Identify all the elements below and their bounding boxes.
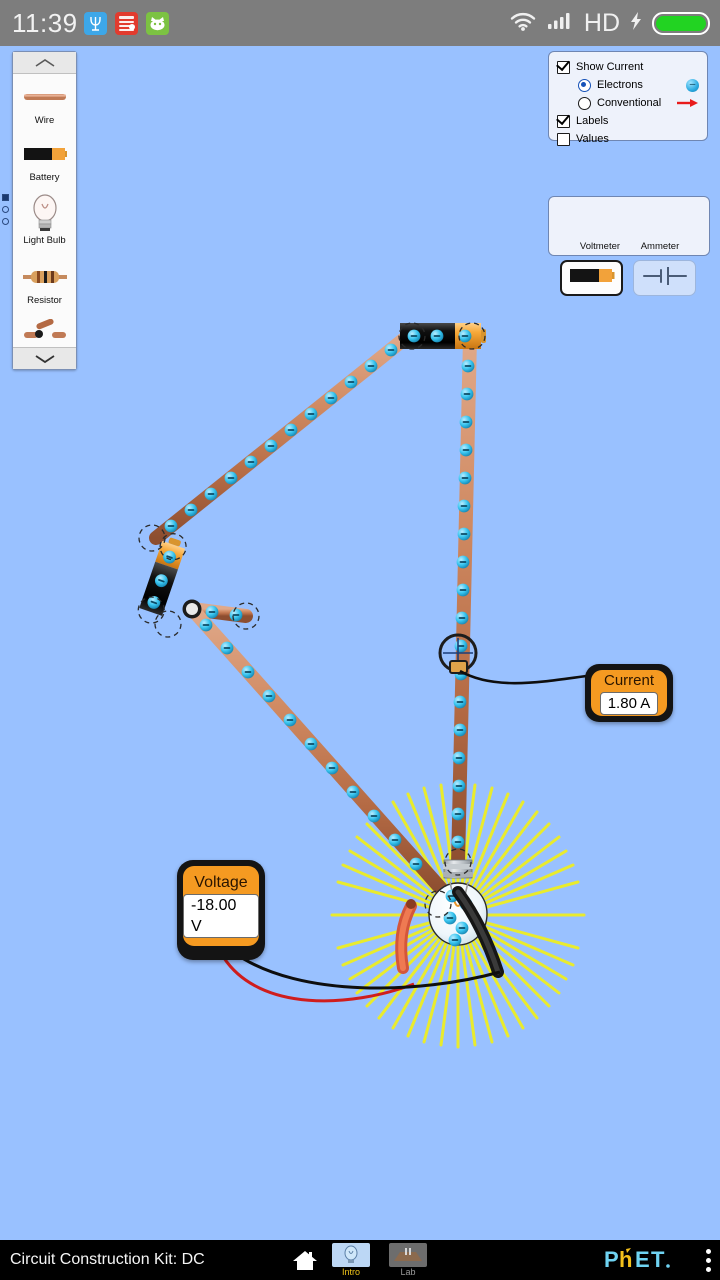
- trident-app-icon: [84, 12, 107, 35]
- lifelike-battery-icon: [569, 267, 615, 289]
- tab-lab[interactable]: Lab: [388, 1243, 428, 1277]
- voltmeter-title: Voltage: [194, 874, 248, 891]
- electrons-label: Electrons: [597, 79, 643, 91]
- display-options-panel[interactable]: Show Current Electrons – Conventional La…: [548, 51, 708, 146]
- lab-tab-label: Lab: [400, 1267, 416, 1277]
- svg-text:T: T: [651, 1247, 665, 1272]
- toolbox-scroll-down-button[interactable]: [13, 347, 76, 369]
- conventional-arrow-icon: [677, 98, 699, 108]
- toolbox-item-wire[interactable]: Wire: [13, 80, 76, 126]
- values-checkbox-box: [557, 132, 570, 146]
- wifi-icon: [508, 9, 538, 37]
- clock-app-icon: [115, 12, 138, 35]
- toolbox-label-wire: Wire: [34, 115, 55, 126]
- light-bulb-icon: [13, 192, 76, 234]
- conventional-radio-dot: [578, 96, 591, 110]
- battery-top-electrons: [407, 329, 472, 343]
- intro-tab-label: Intro: [341, 1267, 360, 1277]
- charging-bolt-icon: [629, 9, 643, 37]
- toolbox-scroll-up-button[interactable]: [13, 52, 76, 74]
- lifelike-view-button[interactable]: [560, 260, 623, 296]
- electrons-radio[interactable]: Electrons –: [557, 76, 699, 94]
- ammeter-title: Current: [603, 671, 655, 689]
- phet-logo-icon: P h E T: [604, 1247, 670, 1272]
- sensor-toolbox[interactable]: Voltmeter Ammeter: [548, 196, 710, 256]
- electrons: [164, 343, 475, 871]
- schematic-view-button[interactable]: [633, 260, 696, 296]
- circuit-element-toolbox[interactable]: Wire Battery Light Bulb Resistor: [12, 51, 77, 370]
- values-checkbox[interactable]: Values: [557, 130, 699, 148]
- cellular-signal-icon: [547, 9, 575, 37]
- battery-icon: [652, 11, 710, 35]
- ammeter[interactable]: Current 1.80 A: [585, 664, 673, 722]
- sim-title: Circuit Construction Kit: DC: [10, 1251, 205, 1268]
- labels-checkbox-box: [557, 114, 570, 128]
- electron-legend-icon: –: [686, 78, 699, 92]
- home-icon: [293, 1251, 317, 1270]
- status-clock: 11:39: [12, 8, 78, 38]
- kebab-menu-button[interactable]: [706, 1249, 711, 1272]
- svg-text:h: h: [619, 1247, 632, 1272]
- network-type-label: HD: [583, 8, 620, 37]
- intro-tab-icon: [332, 1243, 370, 1267]
- ammeter-toolbox-label: Ammeter: [640, 241, 680, 252]
- tab-intro[interactable]: Intro: [331, 1243, 371, 1277]
- show-current-checkbox-box: [557, 60, 570, 74]
- voltmeter[interactable]: Voltage -18.00 V: [177, 860, 265, 960]
- toolbox-page-indicator: [2, 194, 9, 230]
- toolbox-item-resistor[interactable]: Resistor: [13, 260, 76, 306]
- toolbox-label-light-bulb: Light Bulb: [23, 235, 66, 246]
- conventional-label: Conventional: [597, 97, 662, 109]
- toolbox-item-light-bulb[interactable]: Light Bulb: [13, 192, 76, 246]
- cat-app-icon: [146, 12, 169, 35]
- svg-text:P: P: [604, 1247, 619, 1272]
- electrons-radio-dot: [578, 78, 591, 92]
- svg-text:E: E: [635, 1247, 650, 1272]
- toolbox-label-resistor: Resistor: [27, 295, 62, 306]
- toolbox-label-battery: Battery: [29, 172, 60, 183]
- home-button[interactable]: [291, 1248, 319, 1272]
- sim-nav-bar[interactable]: Circuit Construction Kit: DC Intro Lab P…: [0, 1240, 720, 1280]
- show-current-label: Show Current: [576, 61, 644, 73]
- status-bar: 11:39 HD: [0, 0, 720, 46]
- labels-label: Labels: [576, 115, 609, 127]
- labels-checkbox[interactable]: Labels: [557, 112, 699, 130]
- toolbox-item-battery[interactable]: Battery: [13, 137, 76, 183]
- show-current-checkbox[interactable]: Show Current: [557, 58, 699, 76]
- circuit-junction[interactable]: [182, 599, 202, 619]
- voltmeter-value: -18.00 V: [183, 894, 259, 938]
- resistor-icon: [13, 260, 76, 294]
- battery-top[interactable]: [398, 322, 486, 350]
- lab-tab-icon: [389, 1243, 427, 1267]
- switch-icon: [13, 314, 76, 348]
- conventional-radio[interactable]: Conventional: [557, 94, 699, 112]
- play-area[interactable]: Wire Battery Light Bulb Resistor Show Cu…: [0, 46, 720, 1240]
- ammeter-value: 1.80 A: [599, 691, 659, 715]
- values-label: Values: [576, 133, 609, 145]
- schematic-battery-icon: [642, 265, 688, 290]
- battery-icon: [13, 137, 76, 171]
- wire-icon: [13, 80, 76, 114]
- phet-logo[interactable]: P h E T: [604, 1247, 690, 1272]
